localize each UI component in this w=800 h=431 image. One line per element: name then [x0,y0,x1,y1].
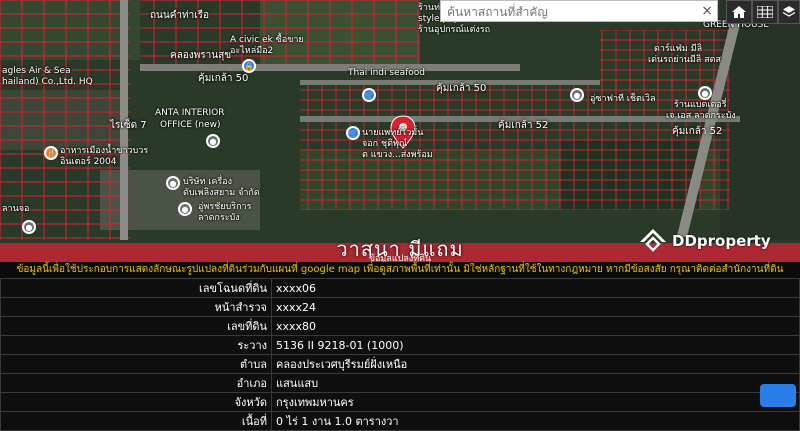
field-label: หน้าสำรวจ [0,297,272,317]
road-kham-tha: ถนนคำท่าเรือ [150,10,210,21]
map-label-thai-indi: Thai indi seafood [348,68,425,78]
table-row: อำเภอ แสนแสบ [0,373,800,393]
grid-icon [757,6,773,18]
field-label: ตำบล [0,354,272,374]
table-row: เลขที่ดิน xxxx80 [0,316,800,336]
map-label-nailwat2: จอก ชุติพุณ์ [362,139,408,149]
floating-action-button[interactable] [760,384,796,407]
map-label-civic2: อะไหล่มือ2 [230,46,274,56]
pin-laeng-icon[interactable]: ● [22,220,36,234]
pin-siam-icon[interactable]: ● [166,176,180,190]
pin-nailwat-icon[interactable]: 🛒 [346,126,360,140]
map-label-anta2: OFFICE (new) [160,120,221,130]
home-icon [732,6,746,18]
map-label-khru-waen: อาหารเมืองน้ำขาวบวร [60,146,149,156]
map-label-nailwat: นายแพทย์โวมั่น [362,128,424,138]
map-label-green-villa: อู่ซาฟาที เช็ตเวิล [590,94,656,104]
place-search-box[interactable]: × [440,0,718,22]
field-label: อำเภอ [0,373,272,393]
field-value: 5136 II 9218-01 (1000) [271,335,800,355]
search-input[interactable] [441,2,693,22]
pin-garage-icon[interactable]: ● [178,202,192,216]
field-label: เลขที่ดิน [0,316,272,336]
ddproperty-logo: DDproperty [638,227,771,255]
road-soi-50-b: คุ้มเกล้า 50 [436,83,487,94]
road-soi-52: คุ้มเกล้า 52 [498,120,549,131]
ddproperty-logo-icon [640,229,666,252]
map-label-siam-steel2: ดับเพลิงสยาม จำกัด [183,188,260,198]
field-label: เนื้อที่ [0,411,272,431]
map-label-shop-style-pepe3: ร้านอุปกรณ์แต่งรถ [418,25,491,35]
table-row: เลขโฉนดที่ดิน xxxx06 [0,278,800,298]
map-label-laeng: ลานจอ [2,204,30,214]
logo-text: DDproperty [672,232,771,250]
field-label: จังหวัด [0,392,272,412]
field-value: 0 ไร่ 1 งาน 1.0 ตารางวา [271,411,800,431]
road-khlong-phran: คลองพรานสุข [170,50,232,61]
field-value: คลองประเวศบุรีรมย์ฝั่งเหนือ [271,354,800,374]
road-soi-50-a: คุ้มเกล้า 50 [198,73,249,84]
road-soi-52-b: คุ้มเกล้า 52 [672,126,723,137]
pin-shop-right-icon[interactable]: ● [698,86,712,100]
map-label-shop-right: ร้านแบตเตอรี่ [674,100,727,110]
field-label: เลขโฉนดที่ดิน [0,278,272,298]
road-soi-7: ไรเซ็ด 7 [110,120,147,131]
map-label-siam-steel: บริษัท เครื่อง [183,177,233,187]
map-label-darthaem: ดาร์แฟ่ม มีลิ [654,44,703,54]
field-value: แสนแสบ [271,373,800,393]
map-label-eagles: agles Air & Sea [2,66,71,76]
pin-green-villa-icon[interactable]: ● [570,88,584,102]
map-label-eagles2: hailand) Co.,Ltd. HQ [2,77,93,87]
pin-khru-icon[interactable]: 🍴 [44,146,58,160]
field-value: กรุงเทพมหานคร [271,392,800,412]
map-label-khru-waen2: อินเตอร์ 2004 [60,157,117,167]
field-value: xxxx80 [271,316,800,336]
map-label-garage2: ลาดกระบัง [198,213,240,223]
pin-civic-icon[interactable]: 🔒 [242,59,256,73]
home-button[interactable] [726,0,752,24]
table-row: จังหวัด กรุงเทพมหานคร [0,392,800,412]
pin-anta-icon[interactable]: ● [206,134,220,148]
layers-button[interactable] [778,0,800,24]
map-label-shop-right2: เจ เอส ลาดกระบัง [666,111,736,121]
grid-button[interactable] [752,0,778,24]
disclaimer-text: ข้อมูลนี้เพื่อใช้ประกอบการแสดงลักษณะรูปแ… [0,262,800,278]
layers-icon [782,6,796,17]
clear-search-button[interactable]: × [701,1,713,21]
table-row: ระวาง 5136 II 9218-01 (1000) [0,335,800,355]
map-label-anta: ANTA INTERIOR [155,108,225,118]
table-row: ตำบล คลองประเวศบุรีรมย์ฝั่งเหนือ [0,354,800,374]
map-label-garage: อู่พรชัยบริการ [198,202,252,212]
map-label-darthaem2: เด่นรถย่านมีลิ สตส [648,55,721,65]
map-label-civic: A civic ek ซื้อขาย [230,35,304,45]
table-row: เนื้อที่ 0 ไร่ 1 งาน 1.0 ตารางวา [0,411,800,431]
field-value: xxxx06 [271,278,800,298]
field-label: ระวาง [0,335,272,355]
land-info-table: เลขโฉนดที่ดิน xxxx06 หน้าสำรวจ xxxx24 เลขที่… [0,278,800,431]
table-row: หน้าสำรวจ xxxx24 [0,297,800,317]
field-value: xxxx24 [271,297,800,317]
map-label-nailwat3: ต แขวง...ส่งพร้อม [362,150,433,160]
pin-thai-indi-icon[interactable]: 🛒 [362,88,376,102]
